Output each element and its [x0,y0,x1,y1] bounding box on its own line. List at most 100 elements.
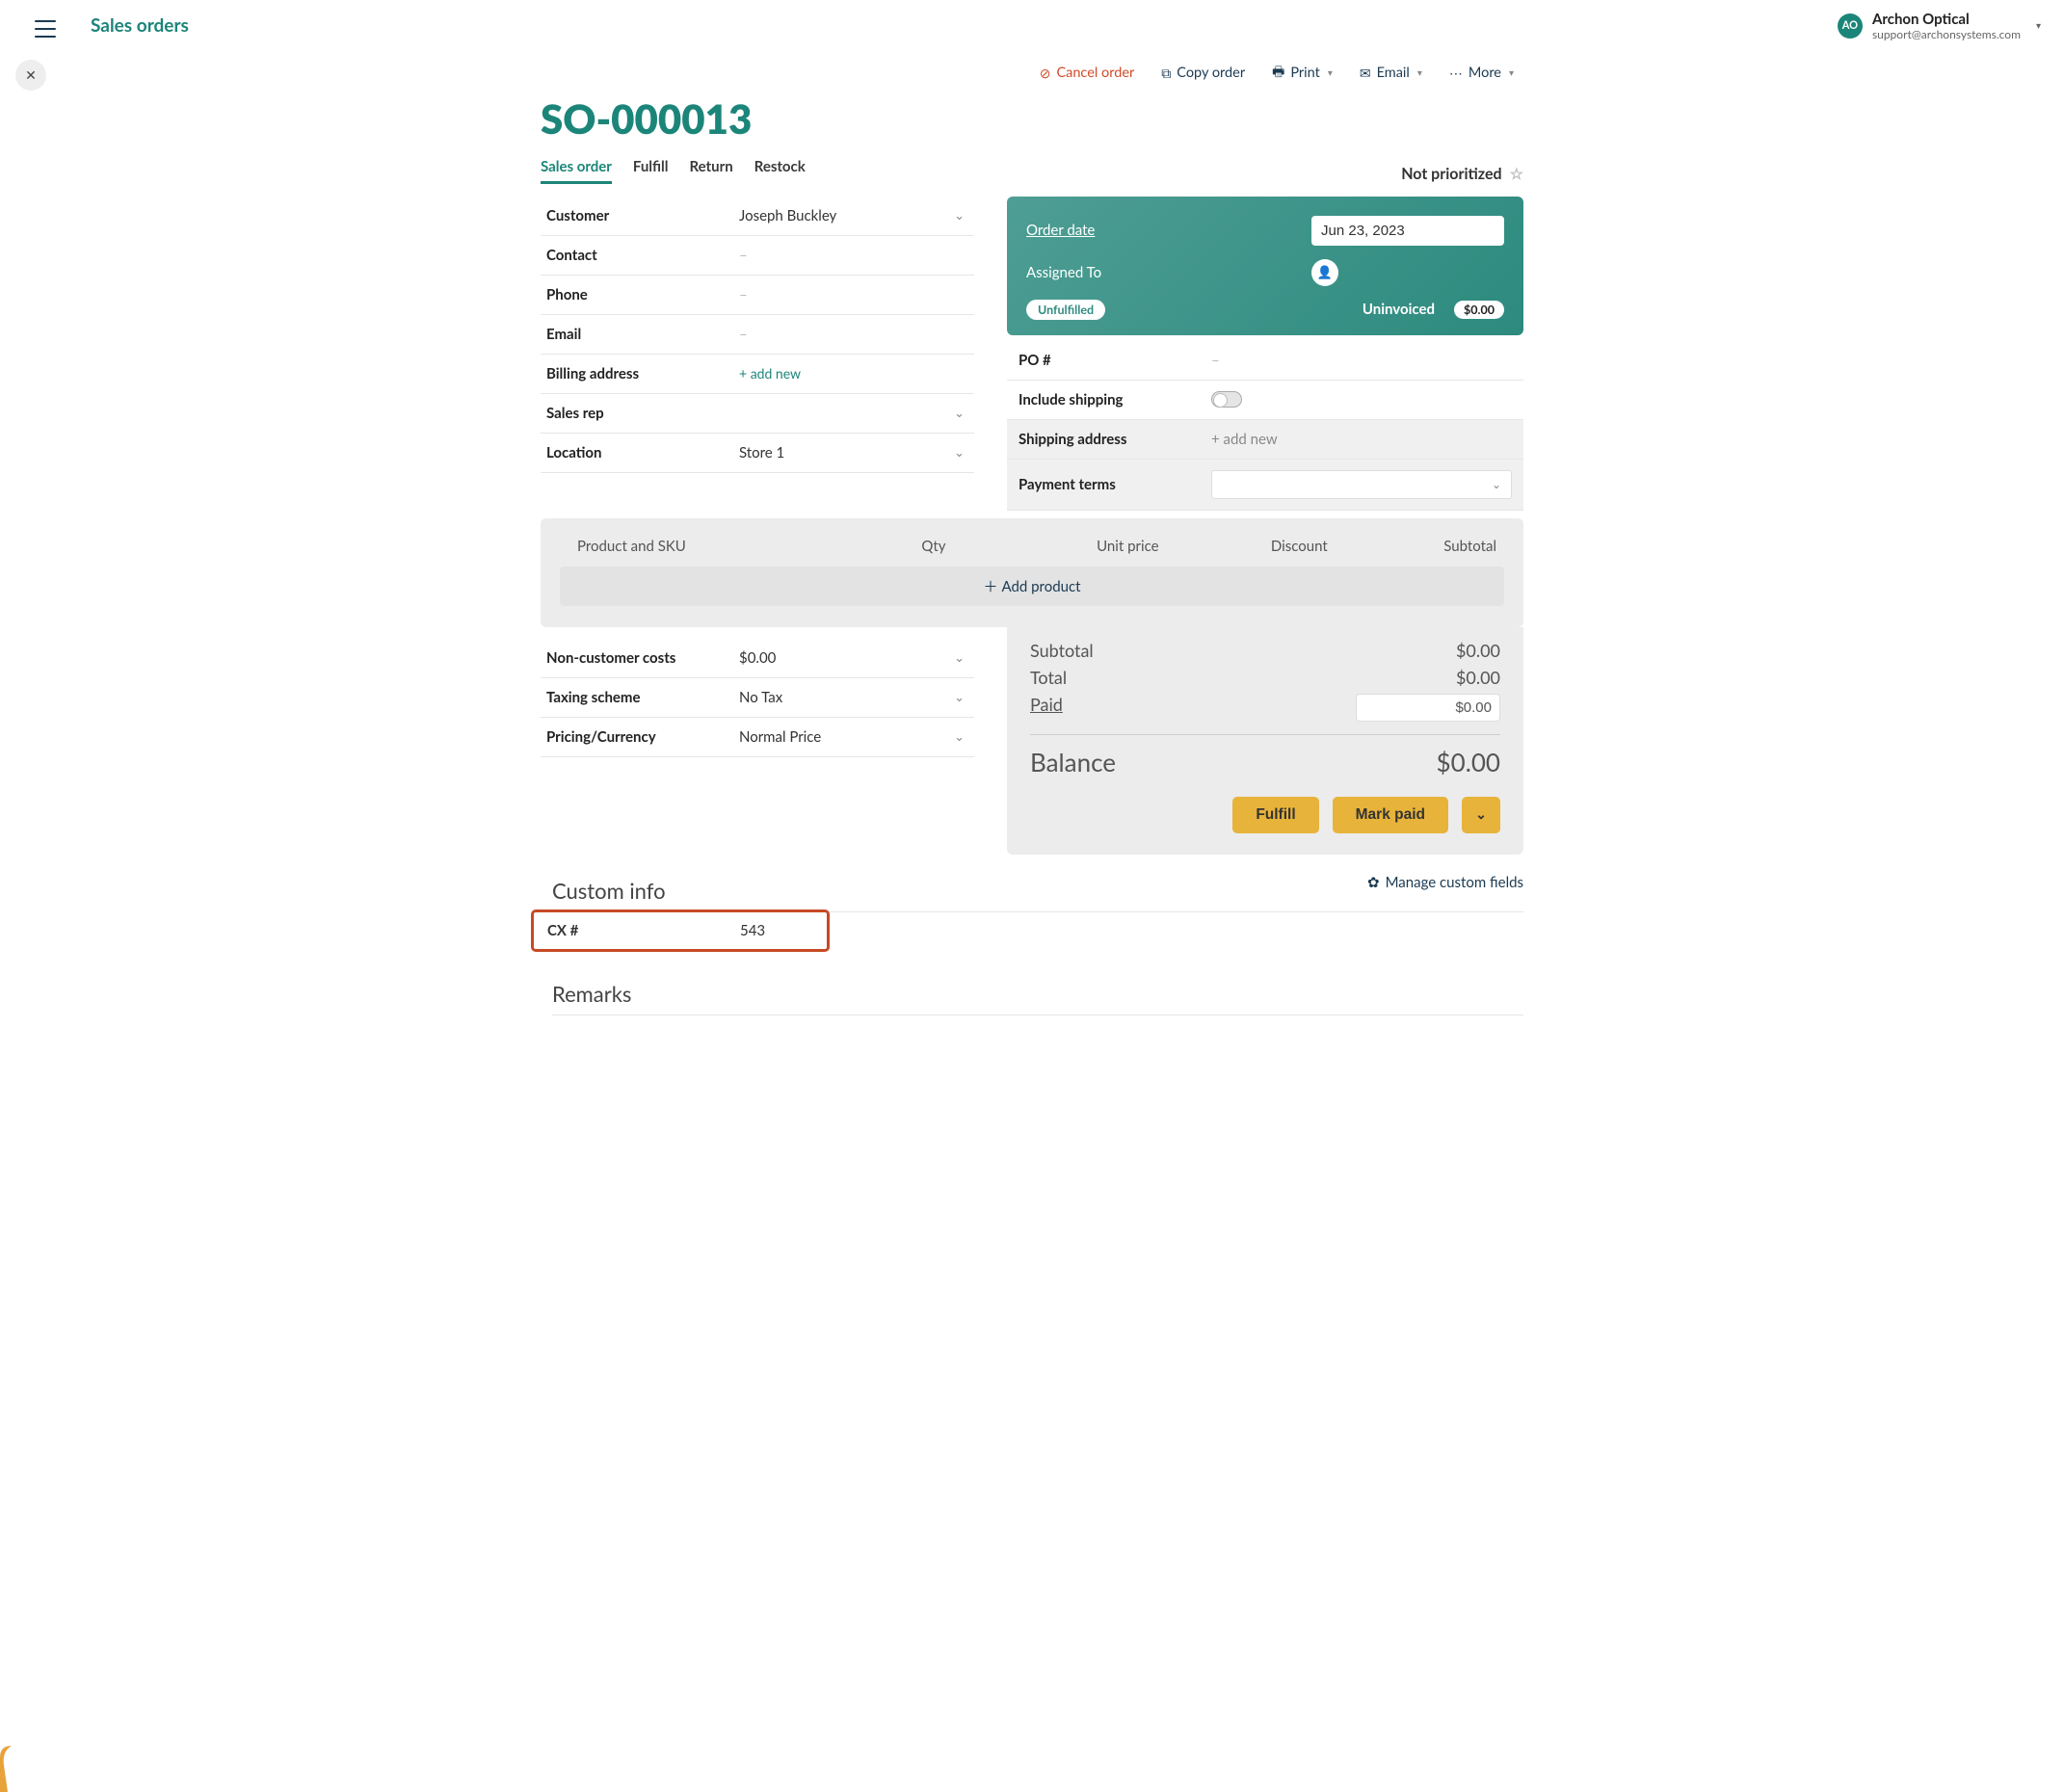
add-product-label: Add product [1002,578,1081,595]
account-dropdown[interactable]: AO Archon Optical support@archonsystems.… [1838,12,2041,40]
chevron-down-icon: ⌄ [1475,806,1487,823]
payment-terms-select[interactable]: ⌄ [1211,470,1512,499]
tab-fulfill[interactable]: Fulfill [633,158,669,184]
order-number-title: SO-000013 [541,94,1523,143]
manage-custom-fields-link[interactable]: ✿ Manage custom fields [1367,874,1523,891]
col-unit-price: Unit price [990,538,1158,555]
print-dropdown[interactable]: 🖶 Print ▾ [1272,62,1333,85]
invoice-amount-badge: $0.00 [1454,301,1504,319]
email-label: Email [1377,65,1410,81]
col-qty: Qty [878,538,991,555]
chevron-down-icon: ⌄ [948,728,970,745]
email-field[interactable]: Email– [541,315,974,355]
subtotal-value: $0.00 [1456,640,1500,661]
customer-field[interactable]: CustomerJoseph Buckley⌄ [541,197,974,236]
chevron-down-icon: ⌄ [948,444,970,461]
corner-decoration [0,1746,46,1792]
include-shipping-field: Include shipping [1007,381,1523,420]
email-icon: ✉ [1360,65,1371,82]
col-product: Product and SKU [577,538,878,555]
chevron-down-icon: ▾ [1417,67,1422,79]
order-details-right: PO #– Include shipping Shipping address+… [1007,341,1523,511]
billing-address-field[interactable]: Billing address+ add new [541,355,974,394]
print-label: Print [1290,65,1320,81]
location-field[interactable]: LocationStore 1⌄ [541,434,974,473]
order-details-left: CustomerJoseph Buckley⌄ Contact– Phone– … [541,197,974,473]
tab-sales-order[interactable]: Sales order [541,158,612,184]
plus-icon: ＋ [983,578,997,595]
col-discount: Discount [1159,538,1328,555]
email-dropdown[interactable]: ✉ Email ▾ [1360,62,1422,85]
order-status-card: Order date Assigned To 👤 Unfulfilled Uni… [1007,197,1523,335]
more-label: More [1469,65,1501,81]
chevron-down-icon: ⌄ [948,207,970,224]
cancel-icon: ⊘ [1040,65,1051,82]
fulfill-button[interactable]: Fulfill [1232,797,1318,833]
chevron-down-icon: ⌄ [1492,477,1501,491]
menu-icon[interactable] [35,20,56,38]
subtotal-label: Subtotal [1030,640,1094,661]
custom-field-value: 543 [740,922,765,939]
gear-icon: ✿ [1367,874,1380,891]
copy-order-button[interactable]: ⧉ Copy order [1161,62,1245,85]
custom-info-title: Custom info [541,878,666,904]
chevron-down-icon: ⌄ [948,649,970,666]
total-label: Total [1030,667,1067,688]
phone-field[interactable]: Phone– [541,276,974,315]
account-email: support@archonsystems.com [1872,28,2021,40]
totals-section: Subtotal $0.00 Total $0.00 Paid Balance $0.… [1007,627,1523,855]
tab-restock[interactable]: Restock [754,158,806,184]
cost-settings: Non-customer costs$0.00⌄ Taxing schemeNo… [541,639,974,757]
priority-toggle[interactable]: Not prioritized ☆ [1401,165,1523,183]
total-value: $0.00 [1456,667,1500,688]
paid-label: Paid [1030,694,1063,722]
chevron-down-icon: ▾ [1509,67,1514,79]
chevron-down-icon: ▾ [1328,67,1333,79]
custom-field-cx-number[interactable]: CX # 543 [531,909,830,952]
chevron-down-icon: ⌄ [948,689,970,705]
star-icon: ☆ [1510,165,1523,183]
cancel-order-label: Cancel order [1056,65,1134,81]
mark-paid-button[interactable]: Mark paid [1333,797,1448,833]
balance-label: Balance [1030,747,1116,777]
print-icon: 🖶 [1272,62,1284,85]
copy-order-label: Copy order [1177,65,1245,81]
include-shipping-toggle[interactable] [1211,391,1242,408]
custom-field-label: CX # [547,922,740,939]
pricing-currency-field[interactable]: Pricing/CurrencyNormal Price⌄ [541,718,974,757]
assign-user-button[interactable]: 👤 [1311,259,1338,286]
invoice-status-label: Uninvoiced [1363,301,1435,318]
copy-icon: ⧉ [1161,65,1171,82]
fulfillment-status-badge: Unfulfilled [1026,300,1105,320]
order-tabs: Sales order Fulfill Return Restock [541,158,806,184]
more-icon: ⋯ [1449,65,1463,82]
products-header: Product and SKU Qty Unit price Discount … [560,538,1504,567]
taxing-scheme-field[interactable]: Taxing schemeNo Tax⌄ [541,678,974,718]
col-subtotal: Subtotal [1328,538,1496,555]
products-section: Product and SKU Qty Unit price Discount … [541,518,1523,627]
account-name: Archon Optical [1872,12,2021,28]
paid-input[interactable] [1356,694,1500,722]
chevron-down-icon: ⌄ [948,405,970,421]
add-product-button[interactable]: ＋ Add product [560,567,1504,606]
chevron-down-icon: ▾ [2036,20,2041,32]
po-number-field[interactable]: PO #– [1007,341,1523,381]
balance-value: $0.00 [1437,747,1500,777]
non-customer-costs-field[interactable]: Non-customer costs$0.00⌄ [541,639,974,678]
assigned-to-label: Assigned To [1026,264,1311,281]
more-dropdown[interactable]: ⋯ More ▾ [1449,62,1514,85]
priority-label: Not prioritized [1401,165,1501,183]
tab-return[interactable]: Return [689,158,732,184]
sales-rep-field[interactable]: Sales rep⌄ [541,394,974,434]
order-date-input[interactable] [1311,216,1504,246]
contact-field[interactable]: Contact– [541,236,974,276]
order-date-label: Order date [1026,222,1311,239]
close-button[interactable]: ✕ [15,60,46,91]
remarks-title: Remarks [541,981,1523,1007]
page-title: Sales orders [91,14,189,37]
account-avatar: AO [1838,13,1863,39]
shipping-address-field[interactable]: Shipping address+ add new [1007,420,1523,460]
manage-custom-fields-label: Manage custom fields [1386,874,1523,891]
more-actions-button[interactable]: ⌄ [1462,797,1500,833]
cancel-order-button[interactable]: ⊘ Cancel order [1040,62,1135,85]
